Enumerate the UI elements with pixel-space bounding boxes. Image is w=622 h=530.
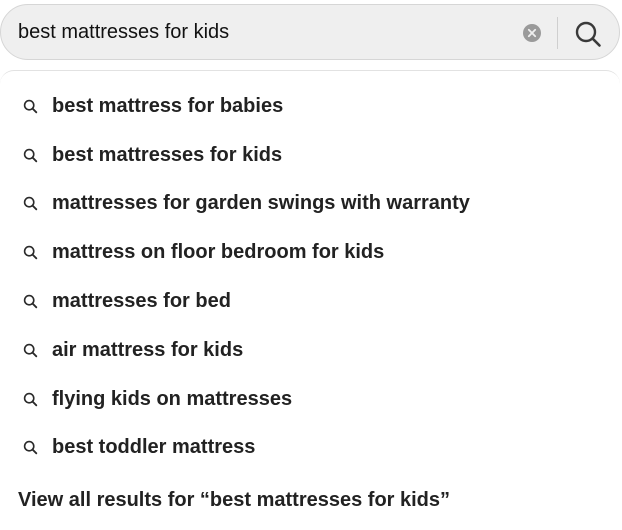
suggestion-label: best mattress for babies [52, 94, 284, 117]
suggestion-label: mattresses for bed [52, 290, 231, 313]
suggestion-item[interactable]: mattresses for bed [0, 277, 620, 326]
suggestions-list: best mattress for babies best mattresses… [0, 82, 620, 472]
suggestion-label: flying kids on mattresses [52, 387, 293, 410]
suggestion-label: mattress on floor bedroom for kids [52, 241, 385, 264]
view-all-results-link[interactable]: View all results for “best mattresses fo… [18, 489, 450, 512]
suggestion-item[interactable]: best mattress for babies [0, 82, 620, 131]
suggestion-label: best toddler mattress [52, 436, 256, 459]
suggestion-item[interactable]: flying kids on mattresses [0, 375, 620, 424]
search-icon [22, 147, 38, 163]
search-submit-button[interactable] [573, 19, 603, 49]
search-bar [0, 4, 620, 60]
search-icon [22, 196, 38, 212]
suggestion-label: best mattresses for kids [52, 143, 283, 166]
suggestion-item[interactable]: best toddler mattress [0, 424, 620, 473]
search-icon [22, 440, 38, 456]
search-icon [22, 98, 38, 114]
suggestion-item[interactable]: mattress on floor bedroom for kids [0, 228, 620, 277]
suggestion-item[interactable]: mattresses for garden swings with warran… [0, 180, 620, 229]
suggestion-item[interactable]: best mattresses for kids [0, 131, 620, 180]
search-icon [22, 294, 38, 310]
search-magnifier-icon [574, 20, 602, 48]
search-icon [22, 342, 38, 358]
search-widget: best mattress for babies best mattresses… [0, 0, 622, 530]
suggestions-dropdown: best mattress for babies best mattresses… [0, 70, 620, 530]
search-input[interactable] [18, 12, 514, 52]
suggestion-label: mattresses for garden swings with warran… [52, 192, 470, 215]
search-bar-divider [557, 17, 558, 49]
suggestion-label: air mattress for kids [52, 338, 244, 361]
clear-circle-x-icon [523, 24, 541, 42]
suggestion-item[interactable]: air mattress for kids [0, 326, 620, 375]
clear-search-button[interactable] [522, 23, 542, 43]
search-icon [22, 245, 38, 261]
search-icon [22, 391, 38, 407]
